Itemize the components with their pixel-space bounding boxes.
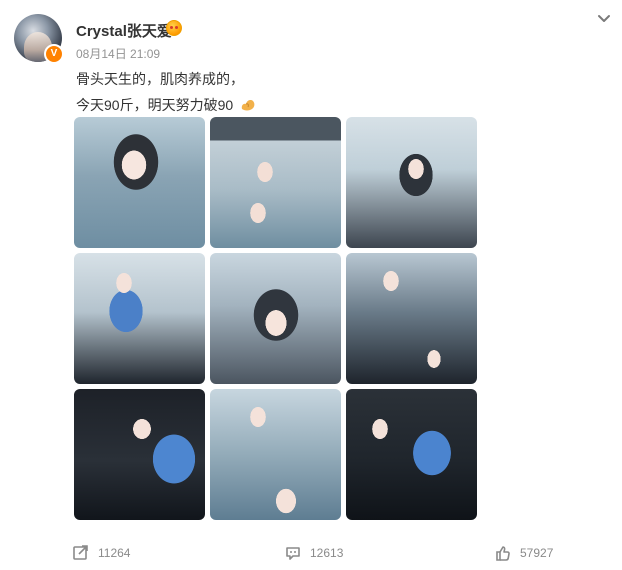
photo-4[interactable] — [74, 253, 205, 384]
photo-6[interactable] — [346, 253, 477, 384]
verified-badge: V — [44, 44, 64, 64]
photo-2[interactable] — [210, 117, 341, 248]
post-actions: 11264 12613 57927 — [0, 540, 622, 566]
comment-button[interactable]: 12613 — [284, 540, 343, 566]
weibo-post-card: V Crystal张天爱 08月14日 21:09 骨头天生的，肌肉养成的， 今… — [0, 0, 622, 570]
post-text: 骨头天生的，肌肉养成的， 今天90斤，明天努力破90 — [76, 66, 596, 118]
post-timestamp[interactable]: 08月14日 21:09 — [76, 45, 160, 62]
chevron-down-icon[interactable] — [596, 10, 612, 26]
photo-3[interactable] — [346, 117, 477, 248]
author-name[interactable]: Crystal张天爱 — [76, 20, 172, 41]
post-text-line-2-text: 今天90斤，明天努力破90 — [76, 97, 234, 113]
share-count: 11264 — [98, 546, 131, 560]
vip-emoji-icon — [166, 20, 182, 36]
avatar[interactable]: V — [14, 14, 64, 64]
photo-9[interactable] — [346, 389, 477, 520]
share-button[interactable]: 11264 — [72, 540, 130, 566]
photo-8[interactable] — [210, 389, 341, 520]
flexed-biceps-emoji-icon — [239, 95, 257, 111]
like-button[interactable]: 57927 — [494, 540, 553, 566]
photo-1[interactable] — [74, 117, 205, 248]
comment-icon — [284, 544, 302, 562]
like-count: 57927 — [520, 546, 554, 560]
like-icon — [494, 544, 512, 562]
photo-7[interactable] — [74, 389, 205, 520]
photo-5[interactable] — [210, 253, 341, 384]
image-grid — [74, 117, 477, 520]
post-text-line-1: 骨头天生的，肌肉养成的， — [76, 71, 244, 87]
comment-count: 12613 — [310, 546, 344, 560]
post-text-line-2: 今天90斤，明天努力破90 — [76, 92, 596, 118]
share-icon — [72, 544, 90, 562]
